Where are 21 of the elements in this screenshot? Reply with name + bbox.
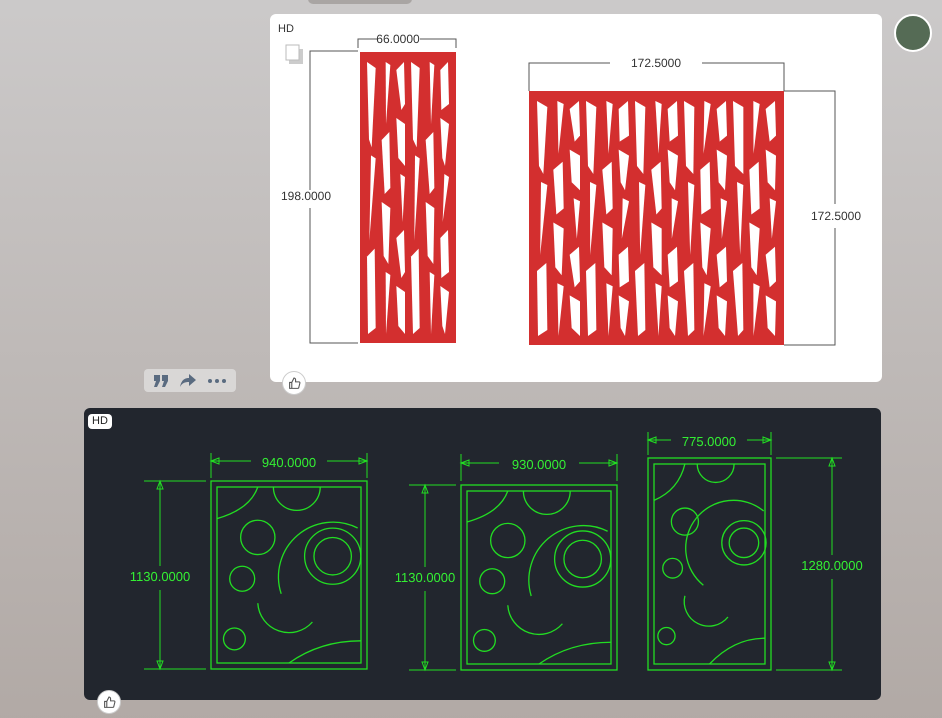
image-card[interactable]: 940.0000 1130.0000 930.0000 1130.0000 775.0000 1280.0000 HD — [84, 408, 881, 700]
dimension-label: 930.0000 — [512, 457, 566, 472]
hd-label: HD — [278, 22, 294, 37]
dimension-label: 1130.0000 — [130, 569, 190, 584]
thumbs-up-icon — [288, 376, 300, 390]
thumbs-up-icon — [102, 696, 116, 708]
dimension-label: 775.0000 — [682, 434, 736, 449]
share-arrow-icon[interactable] — [180, 374, 196, 387]
dimension-label: 172.5000 — [810, 209, 862, 223]
like-button[interactable] — [97, 690, 121, 714]
dimension-label: 198.0000 — [280, 189, 332, 203]
dimension-label: 172.5000 — [630, 56, 682, 70]
like-button[interactable] — [282, 371, 306, 395]
image-card[interactable]: 66.0000 198.0000 172.5000 172.5000 HD — [270, 14, 882, 382]
dimension-label: 940.0000 — [262, 455, 316, 470]
more-icon[interactable] — [208, 378, 226, 382]
quote-icon[interactable] — [154, 374, 168, 386]
dimension-label: 66.0000 — [376, 32, 420, 46]
dimension-label: 1130.0000 — [394, 570, 456, 585]
hd-badge: HD — [88, 414, 112, 429]
dimension-label: 1280.0000 — [801, 558, 863, 573]
